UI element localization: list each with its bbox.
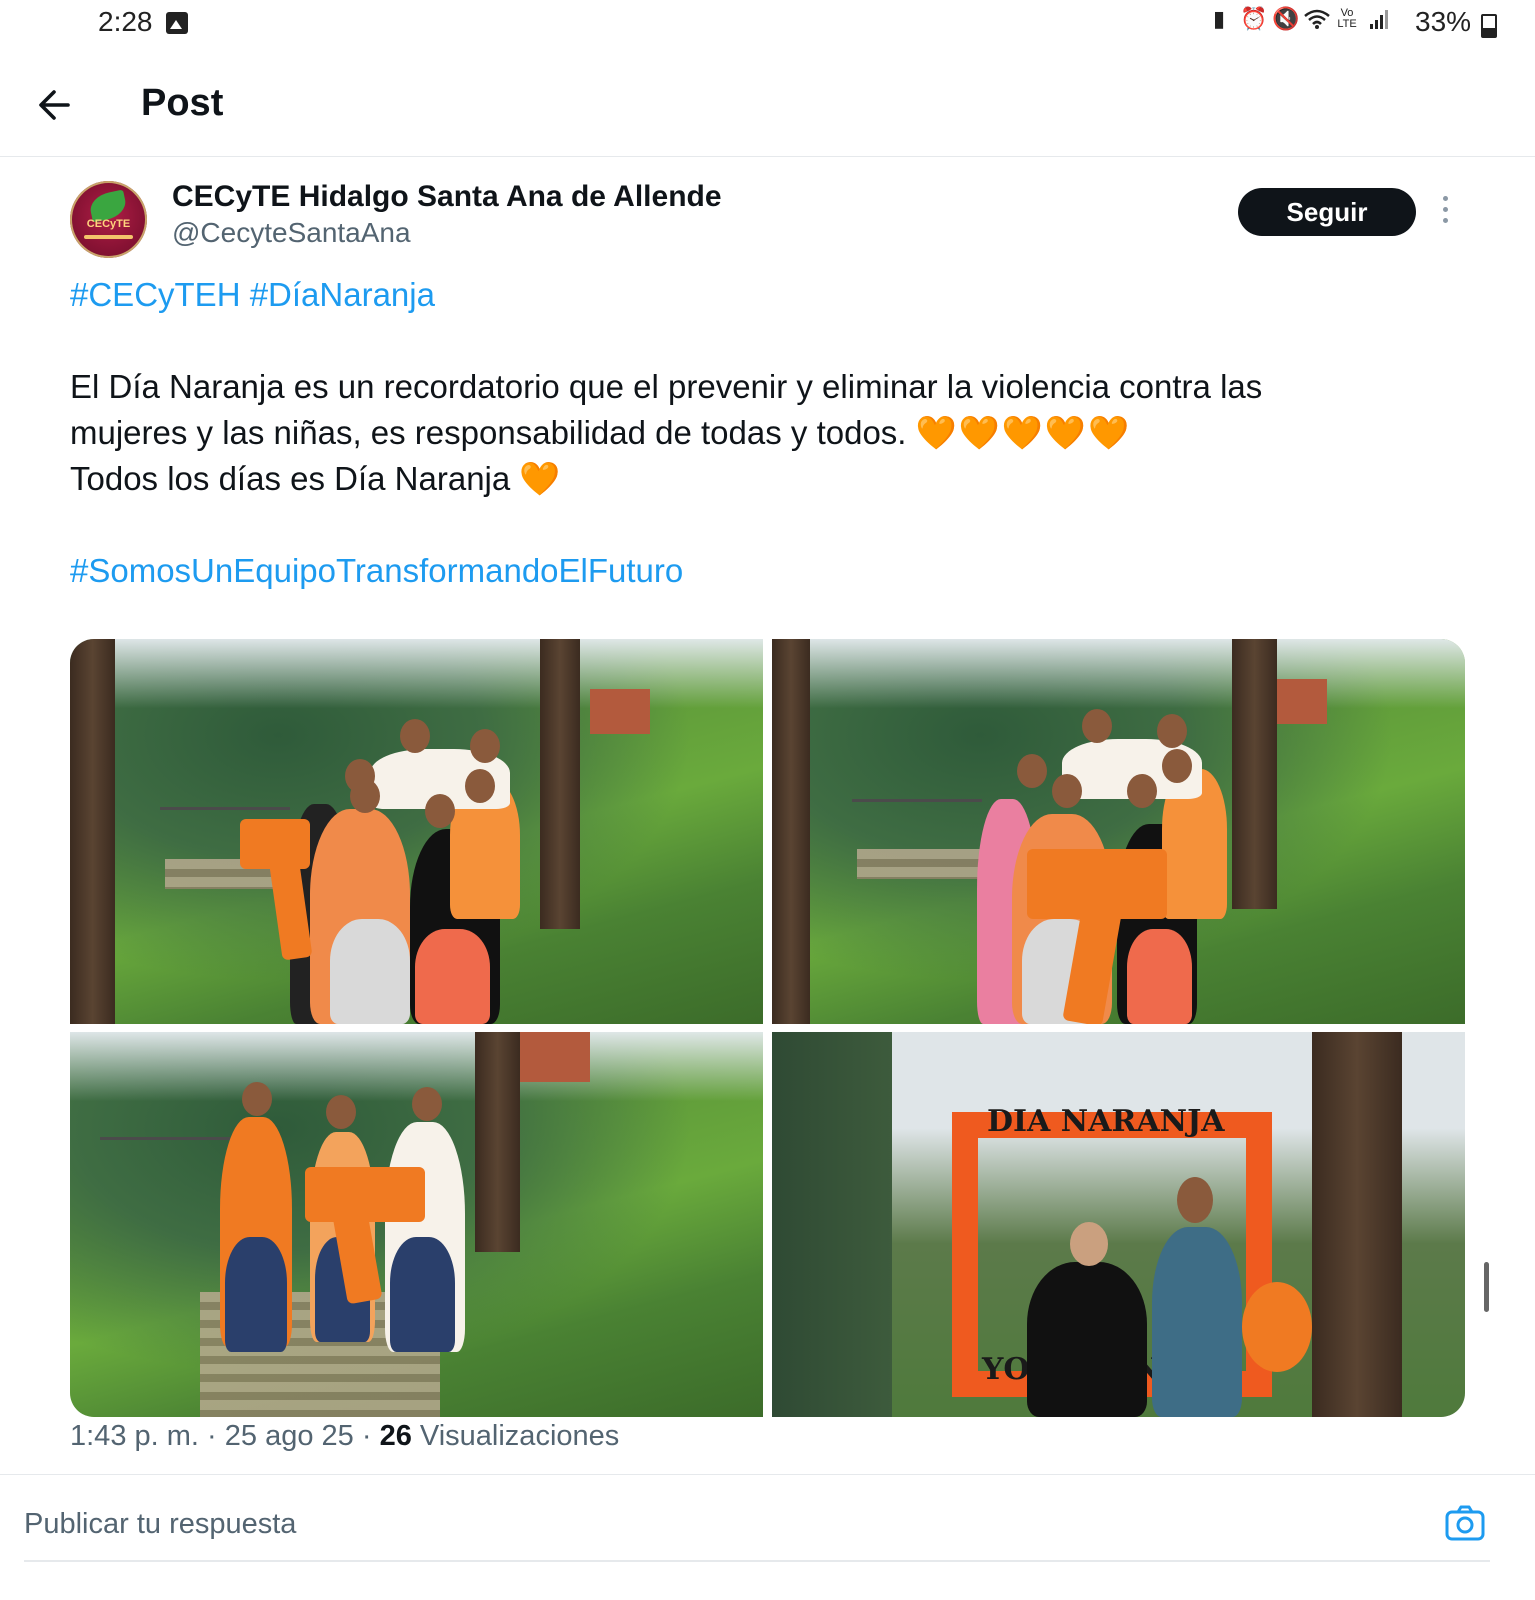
handrail [160,807,290,810]
hashtag-cecyteh[interactable]: #CECyTEH [70,276,241,313]
person [330,919,410,1024]
hashtag-line: #CECyTEH #DíaNaranja [70,272,1460,318]
reply-placeholder: Publicar tu respuesta [24,1508,297,1540]
head [412,1087,442,1121]
post-time[interactable]: 1:43 p. m. [70,1420,199,1452]
paper-flower [1242,1282,1312,1372]
logo-underline [84,235,133,239]
page-title: Post [141,82,224,124]
head [1017,754,1047,788]
person [415,929,490,1024]
body-line-2: mujeres y las niñas, es responsabilidad … [70,410,1460,456]
divider [0,1474,1535,1475]
orange-heart-emoji: 🧡 [519,460,563,497]
photo-1[interactable] [70,639,763,1024]
gallery-icon [166,12,188,34]
body-line-3-text: Todos los días es Día Naranja [70,460,511,497]
reply-underline [24,1560,1490,1562]
head [1070,1222,1108,1266]
tree-trunk [1312,1032,1402,1417]
author-name[interactable]: CECyTE Hidalgo Santa Ana de Allende [172,180,722,214]
handrail [852,799,982,802]
more-options-button[interactable] [1440,196,1450,226]
tree-trunk [540,639,580,929]
body-line-1: El Día Naranja es un recordatorio que el… [70,368,1263,405]
photo-grid: DIA NARANJA YO ME UNO [70,639,1465,1417]
head [1162,749,1192,783]
follow-button[interactable]: Seguir [1238,188,1416,236]
arrow-left-icon [39,90,70,120]
building [1272,679,1327,724]
status-bar: 2:28 ▮ ⏰ 🔇 Vo LTE 33% [0,0,1535,50]
frame-text-top: DIA NARANJA [987,1104,1225,1139]
more-dot-icon [1442,207,1448,212]
logo-mark: CECyTE [86,218,131,230]
photo-4[interactable]: DIA NARANJA YO ME UNO [772,1032,1465,1417]
photo-2[interactable] [772,639,1465,1024]
hashtag-somosunequipo[interactable]: #SomosUnEquipoTransformandoElFuturo [70,552,683,589]
reply-input[interactable]: Publicar tu respuesta [24,1500,1470,1560]
author-handle[interactable]: @CecyteSantaAna [172,217,411,249]
tweet-text: #CECyTEH #DíaNaranja El Día Naranja es u… [70,272,1460,594]
closing-hashtag-line: #SomosUnEquipoTransformandoElFuturo [70,548,1460,594]
head [1127,774,1157,808]
views-count: 26 [379,1420,412,1452]
building [590,689,650,734]
pine-tree [772,1032,892,1417]
handrail [100,1137,230,1140]
person [1127,929,1192,1024]
scrollbar-thumb[interactable] [1484,1262,1489,1312]
head [1052,774,1082,808]
tree-trunk [475,1032,520,1252]
battery-icon [1481,14,1497,38]
status-icons: ▮ ⏰ 🔇 Vo LTE [1208,8,1390,30]
person [225,1237,287,1352]
head [242,1082,272,1116]
mute-icon: 🔇 [1272,6,1300,31]
battery-saver-icon: ▮ [1212,6,1226,31]
more-dot-icon [1442,196,1448,201]
avatar[interactable]: CECyTE [70,181,147,258]
head [1082,709,1112,743]
head [425,794,455,828]
head [326,1095,356,1129]
volte-icon: Vo LTE [1337,7,1357,30]
photo-3[interactable] [70,1032,763,1417]
tweet-meta: 1:43 p. m. · 25 ago 25 · 26 Visualizacio… [70,1420,619,1453]
head [1157,714,1187,748]
meta-separator: · [361,1420,372,1452]
views-label: Visualizaciones [419,1420,620,1452]
head [470,729,500,763]
head [400,719,430,753]
head [345,759,375,793]
head [465,769,495,803]
status-time: 2:28 [98,6,153,37]
building [510,1032,590,1082]
hashtag-dianaranja[interactable]: #DíaNaranja [250,276,435,313]
post-date[interactable]: 25 ago 25 [225,1420,354,1452]
person [390,1237,455,1352]
body-line-2-text: mujeres y las niñas, es responsabilidad … [70,414,907,451]
orange-hearts-emoji: 🧡🧡🧡🧡🧡 [915,414,1132,451]
back-button[interactable] [34,82,80,128]
body-line-3: Todos los días es Día Naranja 🧡 [70,456,1460,502]
head [1177,1177,1213,1223]
tree-trunk [1232,639,1277,909]
alarm-icon: ⏰ [1240,6,1268,31]
camera-icon[interactable] [1445,1505,1485,1541]
tree-trunk [70,639,115,1024]
person [1027,1262,1147,1417]
battery-percent: 33% [1415,6,1472,37]
signal-icon [1368,8,1390,30]
more-dot-icon [1442,218,1448,223]
tree-trunk [772,639,810,1024]
meta-separator: · [207,1420,217,1452]
app-header: Post [0,60,1535,157]
person [1152,1227,1242,1417]
wifi-icon [1304,8,1330,30]
